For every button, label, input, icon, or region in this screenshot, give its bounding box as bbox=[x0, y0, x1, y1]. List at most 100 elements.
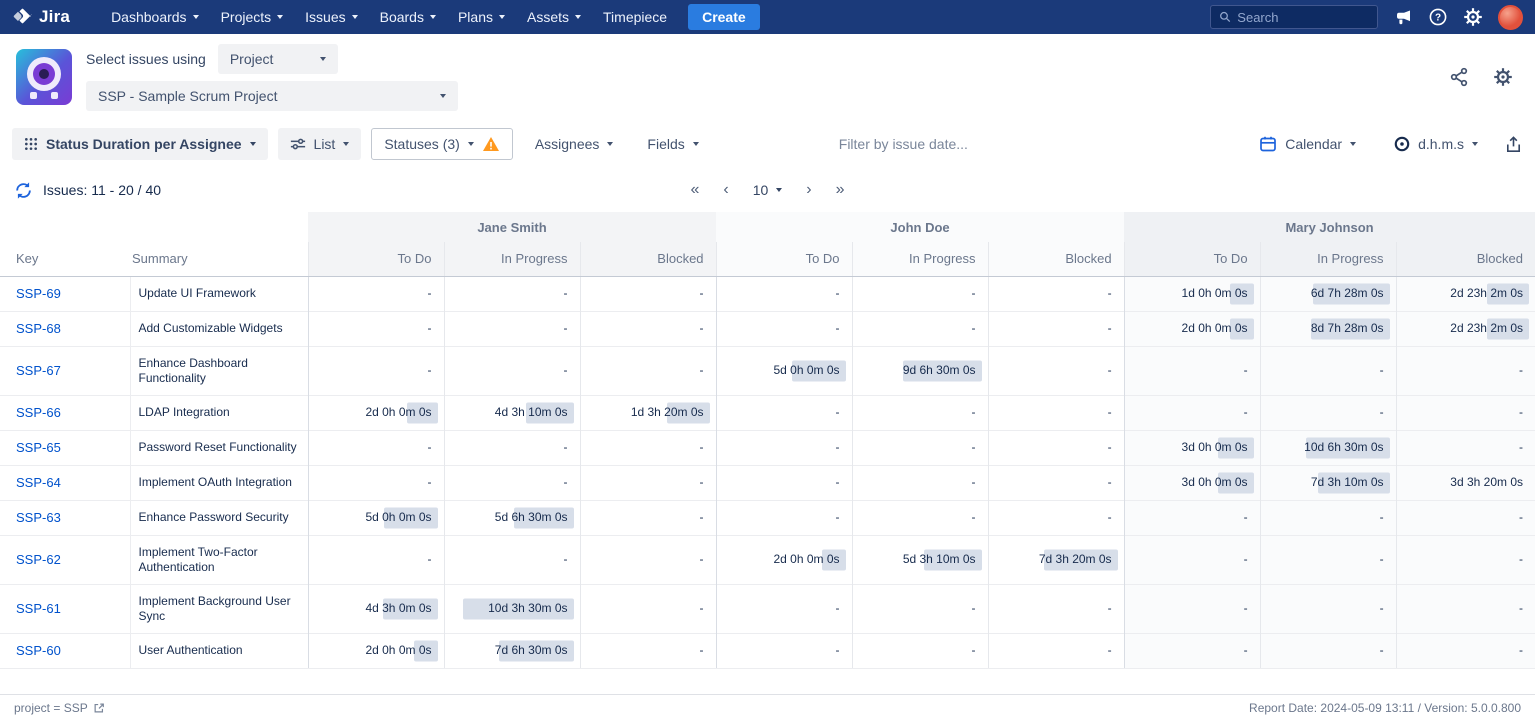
view-mode-select[interactable]: List bbox=[278, 128, 362, 160]
report-type-select[interactable]: Status Duration per Assignee bbox=[12, 128, 268, 160]
export-button[interactable] bbox=[1504, 135, 1523, 154]
status-column-header: Blocked bbox=[988, 242, 1124, 276]
topnav-item-assets[interactable]: Assets bbox=[516, 0, 592, 34]
page-size-select[interactable]: 10 bbox=[753, 182, 783, 198]
duration-empty: - bbox=[1519, 405, 1527, 419]
duration-cell: - bbox=[580, 465, 716, 500]
duration-cell-content: - bbox=[317, 363, 436, 379]
duration-empty: - bbox=[972, 405, 980, 419]
duration-cell-content: 2d 0h 0m 0s bbox=[1133, 321, 1252, 337]
issue-source-select[interactable]: Project bbox=[218, 44, 338, 74]
issue-date-filter-input[interactable] bbox=[839, 136, 1049, 152]
topnav-left: Jira DashboardsProjects Issues Boards Plans… bbox=[12, 0, 760, 34]
duration-value: 10d 6h 30m 0s bbox=[1304, 440, 1387, 454]
chevron-down-icon bbox=[320, 57, 326, 61]
issue-row: SSP-63Enhance Password Security5d 0h 0m … bbox=[0, 500, 1535, 535]
topnav-item-projects[interactable]: Projects bbox=[210, 0, 295, 34]
user-avatar[interactable] bbox=[1498, 5, 1523, 30]
duration-cell-content: 1d 3h 20m 0s bbox=[589, 405, 708, 421]
issue-key-link[interactable]: SSP-61 bbox=[16, 601, 61, 616]
duration-value: 4d 3h 0m 0s bbox=[365, 601, 435, 615]
help-button[interactable]: ? bbox=[1428, 7, 1448, 27]
issue-row: SSP-61Implement Background User Sync4d 3… bbox=[0, 584, 1535, 633]
settings-button[interactable] bbox=[1463, 7, 1483, 27]
issue-key-link[interactable]: SSP-64 bbox=[16, 475, 61, 490]
project-select[interactable]: SSP - Sample Scrum Project bbox=[86, 81, 458, 111]
issue-summary-cell: Add Customizable Widgets bbox=[130, 311, 308, 346]
time-format-select-button[interactable]: d.h.m.s bbox=[1382, 128, 1490, 160]
grid-icon bbox=[24, 137, 38, 151]
previous-page-button[interactable]: ‹ bbox=[723, 182, 728, 198]
report-settings-button[interactable] bbox=[1493, 67, 1513, 87]
warning-icon bbox=[482, 136, 500, 152]
issue-key-cell: SSP-68 bbox=[0, 311, 130, 346]
duration-empty: - bbox=[1519, 601, 1527, 615]
duration-empty: - bbox=[972, 601, 980, 615]
issue-key-link[interactable]: SSP-62 bbox=[16, 552, 61, 567]
fields-select-button[interactable]: Fields bbox=[635, 128, 710, 160]
issue-key-link[interactable]: SSP-63 bbox=[16, 510, 61, 525]
issue-summary-cell: Enhance Password Security bbox=[130, 500, 308, 535]
duration-cell: - bbox=[1124, 584, 1260, 633]
duration-cell-content: - bbox=[997, 643, 1116, 659]
duration-empty: - bbox=[1244, 363, 1252, 377]
create-button[interactable]: Create bbox=[688, 4, 760, 30]
issue-row: SSP-65Password Reset Functionality------… bbox=[0, 430, 1535, 465]
next-page-button[interactable]: › bbox=[806, 182, 811, 198]
topnav-item-timepiece[interactable]: Timepiece bbox=[592, 0, 678, 34]
topnav-item-dashboards[interactable]: Dashboards bbox=[100, 0, 210, 34]
duration-value: 5d 6h 30m 0s bbox=[495, 510, 572, 524]
status-column-header: To Do bbox=[716, 242, 852, 276]
duration-cell: - bbox=[988, 395, 1124, 430]
calendar-select-button[interactable]: Calendar bbox=[1247, 128, 1368, 160]
duration-cell: - bbox=[1124, 395, 1260, 430]
issue-key-link[interactable]: SSP-68 bbox=[16, 321, 61, 336]
statuses-filter-button[interactable]: Statuses (3) bbox=[371, 128, 512, 160]
last-page-button[interactable]: » bbox=[836, 182, 845, 198]
issue-key-link[interactable]: SSP-69 bbox=[16, 286, 61, 301]
topnav-item-label: Boards bbox=[380, 9, 424, 25]
duration-cell-content: - bbox=[1133, 552, 1252, 568]
summary-column-header: Summary bbox=[130, 242, 308, 276]
duration-empty: - bbox=[428, 552, 436, 566]
announcements-button[interactable] bbox=[1393, 7, 1413, 27]
duration-cell-content: - bbox=[589, 510, 708, 526]
duration-cell: 4d 3h 0m 0s bbox=[308, 584, 444, 633]
duration-cell-content: - bbox=[725, 321, 844, 337]
duration-cell: - bbox=[852, 500, 988, 535]
duration-empty: - bbox=[836, 643, 844, 657]
external-link-icon[interactable] bbox=[93, 702, 105, 714]
duration-empty: - bbox=[564, 363, 572, 377]
duration-empty: - bbox=[428, 440, 436, 454]
duration-value: 2d 23h 2m 0s bbox=[1450, 286, 1527, 300]
issue-key-link[interactable]: SSP-65 bbox=[16, 440, 61, 455]
duration-empty: - bbox=[700, 440, 708, 454]
table-corner bbox=[0, 212, 308, 242]
duration-cell: 2d 0h 0m 0s bbox=[1124, 311, 1260, 346]
search-input[interactable] bbox=[1237, 10, 1369, 25]
share-report-button[interactable] bbox=[1449, 67, 1469, 87]
issue-key-link[interactable]: SSP-60 bbox=[16, 643, 61, 658]
jira-logo[interactable]: Jira bbox=[12, 7, 70, 28]
issue-key-link[interactable]: SSP-67 bbox=[16, 363, 61, 378]
first-page-button[interactable]: « bbox=[690, 182, 699, 198]
duration-empty: - bbox=[972, 440, 980, 454]
issue-key-link[interactable]: SSP-66 bbox=[16, 405, 61, 420]
topnav-item-label: Issues bbox=[305, 9, 345, 25]
duration-cell-content: - bbox=[453, 321, 572, 337]
issue-source-value: Project bbox=[230, 51, 274, 67]
topnav-item-plans[interactable]: Plans bbox=[447, 0, 516, 34]
duration-cell-content: - bbox=[1269, 405, 1388, 421]
duration-empty: - bbox=[700, 363, 708, 377]
duration-cell: 7d 3h 10m 0s bbox=[1260, 465, 1396, 500]
refresh-button[interactable] bbox=[14, 181, 33, 200]
topnav-item-boards[interactable]: Boards bbox=[369, 0, 447, 34]
duration-empty: - bbox=[836, 321, 844, 335]
chevron-down-icon bbox=[352, 15, 358, 19]
duration-cell: - bbox=[716, 311, 852, 346]
duration-cell-content: - bbox=[589, 552, 708, 568]
assignees-filter-button[interactable]: Assignees bbox=[523, 128, 626, 160]
duration-empty: - bbox=[972, 321, 980, 335]
topnav-item-issues[interactable]: Issues bbox=[294, 0, 368, 34]
duration-cell-content: 5d 6h 30m 0s bbox=[453, 510, 572, 526]
